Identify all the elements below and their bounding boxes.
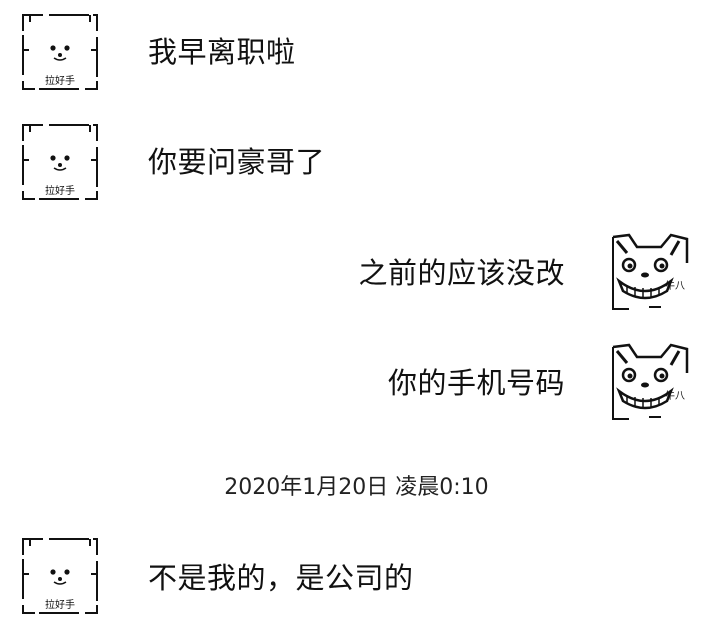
message-text: 不是我的，是公司的 (148, 561, 414, 595)
panda-face-icon: 拉好手 (22, 538, 98, 614)
timestamp-text: 2020年1月20日 凌晨0:10 (224, 475, 489, 500)
message-row: 你的手机号码 牛八 (0, 343, 713, 423)
message-text: 你要问豪哥了 (148, 145, 326, 179)
chat-timestamp: 2020年1月20日 凌晨0:10 (0, 470, 713, 506)
avatar-label: 牛八 (665, 389, 685, 402)
message-text: 我早离职啦 (148, 35, 296, 69)
contact-avatar[interactable]: 拉好手 (20, 122, 100, 202)
shiba-dog-grin-icon: 牛八 (612, 343, 689, 420)
avatar-label: 拉好手 (45, 74, 75, 87)
self-avatar[interactable]: 牛八 (609, 233, 689, 313)
panda-face-icon: 拉好手 (22, 14, 98, 90)
message-row: 之前的应该没改 牛八 (0, 233, 713, 313)
avatar-label: 拉好手 (45, 184, 75, 197)
message-text: 之前的应该没改 (358, 256, 565, 290)
contact-avatar[interactable]: 拉好手 (20, 536, 100, 616)
message-row: 拉好手 不是我的，是公司的 (0, 536, 713, 616)
message-row: 拉好手 我早离职啦 (0, 12, 713, 92)
avatar-label: 牛八 (665, 279, 685, 292)
self-avatar[interactable]: 牛八 (609, 343, 689, 423)
message-row: 拉好手 你要问豪哥了 (0, 122, 713, 202)
panda-face-icon: 拉好手 (22, 124, 98, 200)
contact-avatar[interactable]: 拉好手 (20, 12, 100, 92)
avatar-label: 拉好手 (45, 598, 75, 611)
shiba-dog-grin-icon: 牛八 (612, 233, 689, 310)
message-text: 你的手机号码 (387, 366, 565, 400)
